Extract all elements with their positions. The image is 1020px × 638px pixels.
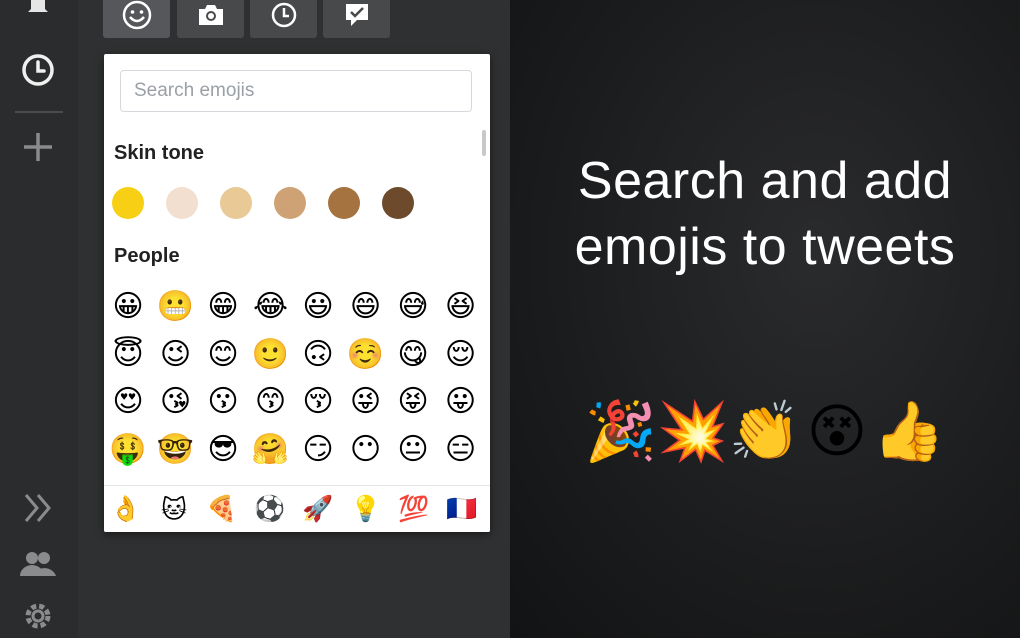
emoji-category-tab[interactable]: 💡	[346, 492, 386, 526]
bell-icon[interactable]	[18, 0, 58, 24]
emoji-icon	[121, 0, 153, 35]
emoji-category-tab[interactable]: 🚀	[298, 492, 338, 526]
promo-panel: Search and add emojis to tweets 🎉 💥 👏 😵 👍	[510, 0, 1020, 638]
emoji-button[interactable]: 😚	[298, 382, 338, 422]
promo-emoji: 🎉	[584, 396, 658, 465]
skin-tone-swatch[interactable]	[274, 187, 306, 219]
promo-emoji: 👍	[872, 396, 946, 465]
emoji-category-tab[interactable]: ⚽	[250, 492, 290, 526]
sidebar-divider	[15, 111, 63, 113]
emoji-category-tab[interactable]: 🐱	[154, 492, 194, 526]
promo-emoji: 👏	[728, 396, 802, 465]
emoji-button[interactable]: 😊	[203, 335, 243, 375]
picker-scrollbar[interactable]	[482, 130, 486, 156]
emoji-button[interactable]: 😇	[108, 335, 148, 375]
clock-icon	[269, 0, 299, 34]
emoji-button[interactable]: 😗	[203, 382, 243, 422]
emoji-button[interactable]: 😛	[441, 382, 481, 422]
emoji-button[interactable]: ☺️	[346, 335, 386, 375]
emoji-button[interactable]: 😌	[441, 335, 481, 375]
emoji-picker: Skin tone People 😀😬😁😂😃😄😅😆 😇😉😊🙂🙃☺️😋😌 😍😘😗😙😚😜…	[104, 54, 490, 532]
emoji-tab[interactable]	[103, 0, 170, 38]
emoji-button[interactable]: 😏	[298, 430, 338, 470]
emoji-button[interactable]: 😘	[156, 382, 196, 422]
headline-line-1: Search and add	[577, 152, 953, 210]
emoji-button[interactable]: 😑	[441, 430, 481, 470]
skin-tone-swatch[interactable]	[112, 187, 144, 219]
emoji-button[interactable]: 😶	[346, 430, 386, 470]
emoji-button[interactable]: 😎	[203, 430, 243, 470]
plus-icon[interactable]	[18, 127, 58, 167]
promo-emoji: 💥	[656, 396, 730, 465]
emoji-button[interactable]: 🙃	[298, 335, 338, 375]
emoji-button[interactable]: 😙	[251, 382, 291, 422]
schedule-tab[interactable]	[250, 0, 317, 38]
skin-tone-swatch[interactable]	[328, 187, 360, 219]
clock-icon[interactable]	[18, 50, 58, 90]
emoji-button[interactable]: 🤓	[156, 430, 196, 470]
emoji-button[interactable]: 😄	[346, 287, 386, 327]
promo-headline: Search and add emojis to tweets	[510, 148, 1020, 280]
gear-icon[interactable]	[18, 596, 58, 636]
emoji-button[interactable]: 😆	[441, 287, 481, 327]
headline-line-2: emojis to tweets	[574, 218, 956, 276]
emoji-category-tab[interactable]: 🇫🇷	[442, 492, 482, 526]
emoji-button[interactable]: 🤗	[251, 430, 291, 470]
emoji-button[interactable]: 🤑	[108, 430, 148, 470]
emoji-category-tab[interactable]: 💯	[394, 492, 434, 526]
expand-icon[interactable]	[18, 488, 58, 528]
team-icon[interactable]	[18, 543, 58, 583]
emoji-category-bar: 👌 🐱 🍕 ⚽ 🚀 💡 💯 🇫🇷	[104, 485, 490, 532]
emoji-search-input[interactable]	[120, 70, 472, 112]
app-sidebar	[0, 0, 78, 638]
camera-icon	[196, 1, 226, 33]
promo-emoji: 😵	[806, 397, 868, 465]
emoji-button[interactable]: 😀	[108, 287, 148, 327]
emoji-category-tab[interactable]: 🍕	[202, 492, 242, 526]
emoji-button[interactable]: 😅	[393, 287, 433, 327]
emoji-button[interactable]: 😝	[393, 382, 433, 422]
emoji-button[interactable]: 😉	[156, 335, 196, 375]
skin-tone-swatch[interactable]	[220, 187, 252, 219]
emoji-button[interactable]: 😐	[393, 430, 433, 470]
people-heading: People	[114, 245, 180, 267]
emoji-button[interactable]: 😃	[298, 287, 338, 327]
message-tab[interactable]	[323, 0, 390, 38]
emoji-button[interactable]: 😍	[108, 382, 148, 422]
skin-tone-swatch[interactable]	[166, 187, 198, 219]
message-icon	[342, 0, 372, 34]
emoji-button[interactable]: 😋	[393, 335, 433, 375]
emoji-button[interactable]: 😜	[346, 382, 386, 422]
emoji-button[interactable]: 😂	[251, 287, 291, 327]
emoji-category-tab[interactable]: 👌	[106, 492, 146, 526]
skin-tone-heading: Skin tone	[114, 142, 205, 164]
camera-tab[interactable]	[177, 0, 244, 38]
emoji-button[interactable]: 😬	[156, 287, 196, 327]
emoji-button[interactable]: 🙂	[251, 335, 291, 375]
emoji-button[interactable]: 😁	[203, 287, 243, 327]
skin-tone-swatch[interactable]	[382, 187, 414, 219]
